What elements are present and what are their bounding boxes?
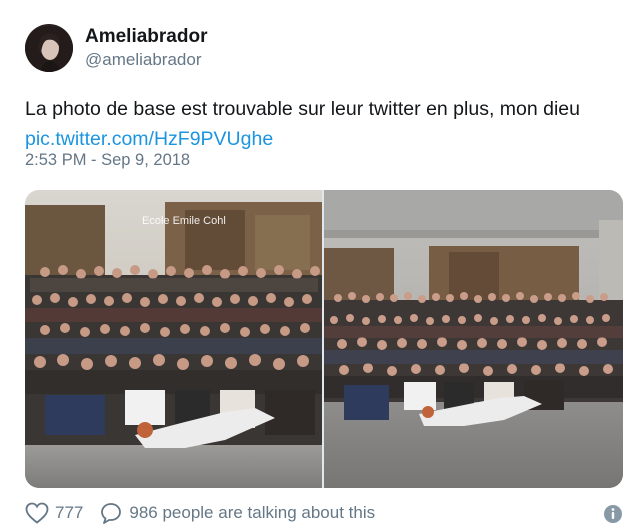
speech-bubble-icon (101, 503, 122, 524)
tweet-text: La photo de base est trouvable sur leur … (25, 94, 625, 154)
crowd-left (25, 265, 322, 448)
tweet-actions: 777 986 people are talking about this (25, 498, 625, 528)
school-sign: Ecole Emile Cohl (142, 215, 226, 227)
tweet-header: Ameliabrador @ameliabrador (25, 22, 207, 74)
like-count: 777 (55, 503, 84, 522)
display-name[interactable]: Ameliabrador (85, 25, 207, 49)
author-names: Ameliabrador @ameliabrador (85, 25, 207, 71)
talking-count: 986 people are talking about this (129, 503, 376, 522)
tweet-body: La photo de base est trouvable sur leur … (25, 98, 580, 120)
conversation-button[interactable]: 986 people are talking about this (99, 502, 375, 524)
heart-icon (25, 502, 49, 524)
photo-left[interactable]: Ecole Emile Cohl (25, 190, 322, 488)
tweet-media: Ecole Emile Cohl (25, 190, 623, 488)
pic-link[interactable]: pic.twitter.com/HzF9PVUghe (25, 124, 625, 154)
info-icon[interactable] (603, 504, 623, 524)
photo-right[interactable] (324, 190, 623, 488)
tweet-card: Ameliabrador @ameliabrador La photo de b… (0, 0, 640, 531)
like-button[interactable]: 777 (25, 502, 99, 524)
user-handle[interactable]: @ameliabrador (85, 49, 207, 71)
avatar[interactable] (25, 24, 73, 72)
tweet-timestamp[interactable]: 2:53 PM - Sep 9, 2018 (25, 151, 190, 170)
